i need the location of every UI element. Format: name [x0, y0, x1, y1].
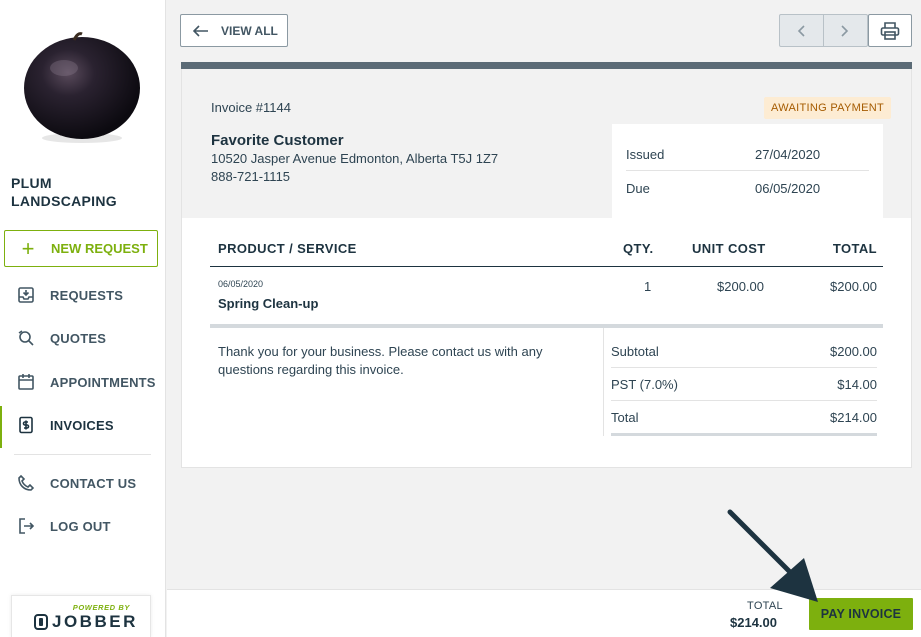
- subtotal-row: Subtotal $200.00: [611, 335, 877, 368]
- total-underline: [611, 433, 877, 436]
- sidebar-item-label: CONTACT US: [50, 475, 137, 491]
- sidebar-divider: [14, 454, 151, 455]
- tax-label: PST (7.0%): [611, 376, 678, 392]
- next-button[interactable]: [824, 15, 868, 46]
- line-item-unit-cost: $200.00: [717, 279, 764, 294]
- total-row: Total $214.00: [611, 401, 877, 434]
- line-item-total: $200.00: [830, 279, 877, 294]
- pay-invoice-button[interactable]: PAY INVOICE: [809, 598, 913, 630]
- issued-label: Issued: [626, 147, 665, 162]
- table-row: 06/05/2020 Spring Clean-up 1 $200.00 $20…: [210, 267, 883, 324]
- phone-icon: [0, 474, 50, 492]
- issued-date: 27/04/2020: [755, 147, 821, 162]
- due-row: Due 06/05/2020: [626, 172, 869, 204]
- sidebar-item-label: REQUESTS: [50, 287, 124, 303]
- sidebar-item-label: LOG OUT: [50, 518, 111, 534]
- footer-total-label: TOTAL: [747, 600, 783, 612]
- quote-search-icon: [0, 329, 50, 347]
- invoice-dates: Issued 27/04/2020 Due 06/05/2020: [612, 124, 883, 218]
- footer-total-value: $214.00: [730, 615, 777, 630]
- invoice-number: Invoice #1144: [211, 100, 291, 115]
- sidebar-item-label: APPOINTMENTS: [50, 374, 156, 390]
- new-request-button[interactable]: + NEW REQUEST: [4, 230, 158, 267]
- tax-value: $14.00: [837, 376, 877, 392]
- arrow-left-icon: [181, 24, 221, 37]
- previous-button[interactable]: [780, 15, 824, 46]
- sidebar-item-requests[interactable]: REQUESTS: [0, 276, 165, 314]
- logout-icon: [0, 517, 50, 535]
- line-item-date: 06/05/2020: [218, 279, 264, 289]
- sidebar-item-label: QUOTES: [50, 330, 107, 346]
- pager: [779, 14, 868, 47]
- payment-footer: TOTAL $214.00: [167, 589, 921, 637]
- tax-row: PST (7.0%) $14.00: [611, 368, 877, 401]
- sidebar-item-contact-us[interactable]: CONTACT US: [0, 464, 165, 502]
- powered-by-text: POWERED BY: [72, 603, 130, 612]
- company-name: PLUM LANDSCAPING: [11, 175, 117, 209]
- chevron-right-icon: [841, 24, 849, 37]
- jobber-logo: JOBBER: [34, 612, 138, 632]
- plum-logo-image: [24, 32, 140, 143]
- sidebar-item-appointments[interactable]: APPOINTMENTS: [0, 363, 165, 401]
- customer-name: Favorite Customer: [211, 132, 344, 149]
- customer-phone: 888-721-1115: [211, 169, 291, 184]
- column-header-service: PRODUCT / SERVICE: [218, 241, 357, 256]
- status-badge: AWAITING PAYMENT: [764, 97, 891, 119]
- sidebar: PLUM LANDSCAPING + NEW REQUEST REQUESTS …: [0, 0, 166, 637]
- jobber-wordmark: JOBBER: [52, 612, 138, 631]
- invoice-top-strip: [181, 62, 912, 69]
- total-value: $214.00: [830, 410, 877, 425]
- table-divider: [210, 324, 883, 328]
- invoice-card: Invoice #1144 AWAITING PAYMENT Favorite …: [181, 69, 912, 468]
- jobber-badge[interactable]: POWERED BY JOBBER: [11, 595, 151, 637]
- new-request-label: NEW REQUEST: [51, 241, 148, 256]
- chevron-left-icon: [798, 24, 805, 37]
- column-header-qty: QTY.: [623, 241, 654, 256]
- sidebar-item-quotes[interactable]: QUOTES: [0, 319, 165, 357]
- issued-row: Issued 27/04/2020: [626, 139, 869, 171]
- view-all-label: VIEW ALL: [221, 23, 278, 38]
- column-header-unit-cost: UNIT COST: [692, 241, 766, 256]
- line-item-name: Spring Clean-up: [218, 296, 319, 311]
- invoice-notes: Thank you for your business. Please cont…: [218, 344, 543, 377]
- calendar-icon: [0, 373, 50, 391]
- sidebar-item-log-out[interactable]: LOG OUT: [0, 507, 165, 545]
- sidebar-item-label: INVOICES: [50, 417, 114, 433]
- due-label: Due: [626, 180, 650, 196]
- due-date: 06/05/2020: [755, 180, 821, 196]
- view-all-button[interactable]: VIEW ALL: [180, 14, 288, 47]
- inbox-icon: [0, 286, 50, 304]
- customer-address: 10520 Jasper Avenue Edmonton, Alberta T5…: [211, 151, 499, 166]
- total-label: Total: [611, 410, 639, 425]
- column-header-total: TOTAL: [832, 241, 877, 256]
- invoice-header: Invoice #1144 AWAITING PAYMENT Favorite …: [182, 69, 911, 218]
- line-items-header: PRODUCT / SERVICE QTY. UNIT COST TOTAL: [210, 229, 883, 267]
- line-item-qty: 1: [644, 279, 652, 294]
- subtotal-label: Subtotal: [611, 343, 659, 359]
- totals-divider: [603, 328, 604, 436]
- jobber-mark-icon: [34, 614, 48, 630]
- sidebar-item-invoices[interactable]: INVOICES: [0, 406, 165, 448]
- print-button[interactable]: [868, 14, 912, 47]
- plus-icon: +: [21, 235, 35, 261]
- printer-icon: [880, 21, 900, 40]
- subtotal-value: $200.00: [830, 343, 877, 359]
- invoice-dollar-icon: [0, 416, 50, 434]
